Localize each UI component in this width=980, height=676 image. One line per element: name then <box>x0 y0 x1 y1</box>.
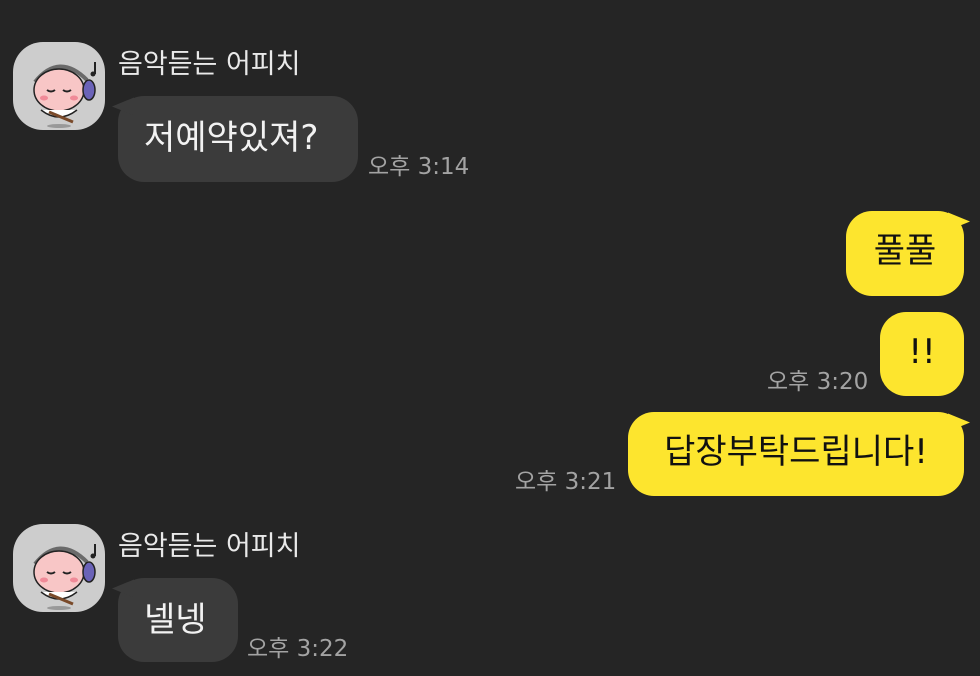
message-text: 저예약있져? <box>144 118 319 158</box>
bubble-tail <box>112 88 134 116</box>
message-text: 답장부탁드립니다! <box>664 432 928 472</box>
message-timestamp: 오후 3:21 <box>515 469 617 495</box>
apeach-headphones-avatar-icon[interactable] <box>13 524 105 612</box>
message-timestamp: 오후 3:20 <box>767 369 869 395</box>
bubble-tail <box>112 570 134 598</box>
sender-name: 음악듣는 어피치 <box>118 531 301 562</box>
message-timestamp: 오후 3:22 <box>247 636 349 662</box>
message-bubble-incoming[interactable]: 넬넹 <box>112 570 238 662</box>
message-bubble-outgoing[interactable]: !! <box>880 312 964 396</box>
message-bubble-incoming[interactable]: 저예약있져? <box>112 88 358 182</box>
apeach-headphones-avatar-icon[interactable] <box>13 42 105 130</box>
bubble-tail <box>948 404 970 432</box>
message-text: 넬넹 <box>144 600 207 640</box>
message-bubble-outgoing[interactable]: 풀풀 <box>846 203 970 296</box>
message-timestamp: 오후 3:14 <box>368 154 470 180</box>
bubble-tail <box>948 203 970 231</box>
sender-name: 음악듣는 어피치 <box>118 49 301 80</box>
message-bubble-outgoing[interactable]: 답장부탁드립니다! <box>628 404 970 496</box>
message-text: 풀풀 <box>873 231 937 271</box>
message-text: !! <box>908 332 936 372</box>
